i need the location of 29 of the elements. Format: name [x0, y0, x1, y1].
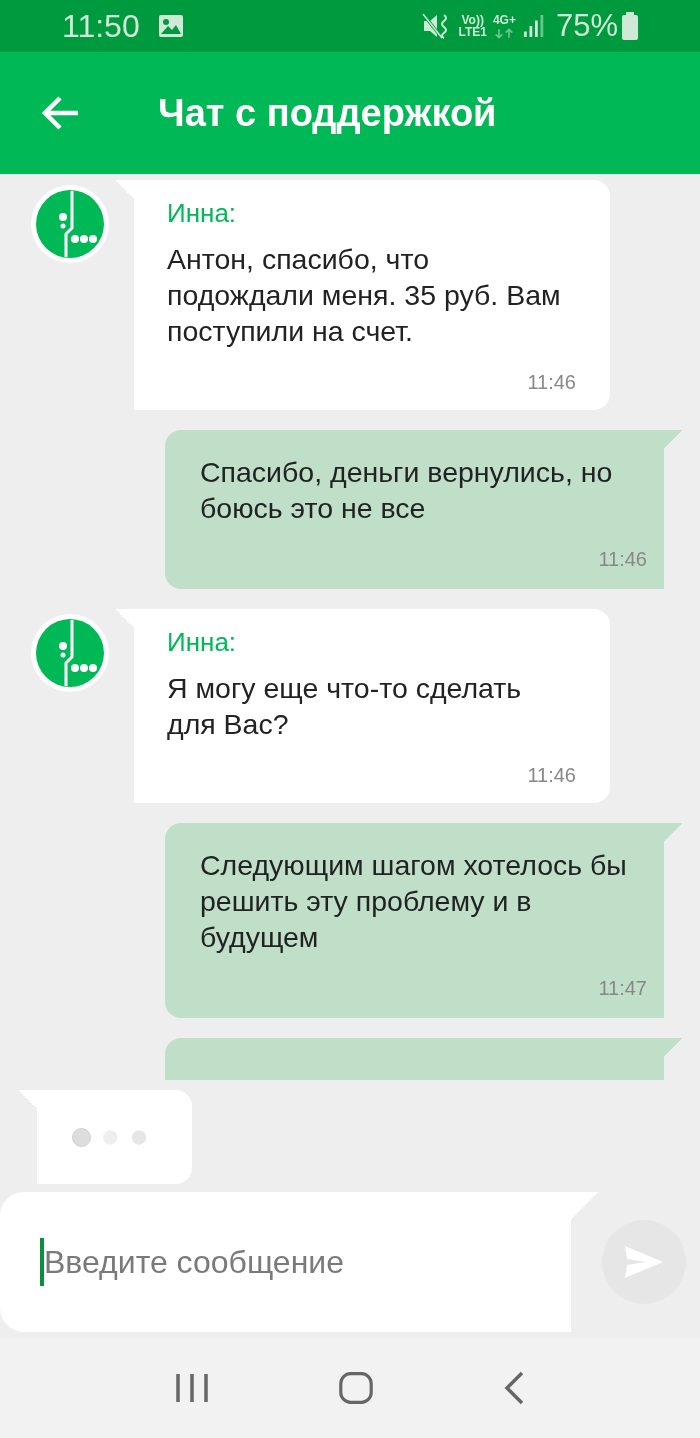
message-time: 11:46: [526, 371, 576, 394]
screen-title: Чат с поддержкой: [158, 91, 497, 135]
clock: 11:50: [62, 7, 140, 45]
message-text: Антон, спасибо, что подождали меня. 35 руб. Вам поступили на счет.: [167, 242, 562, 349]
message-time: 11:47: [597, 977, 647, 1000]
message-text: Я могу еще что-то сделать для Вас?: [167, 671, 523, 742]
network-label: 4G+: [492, 13, 516, 26]
battery-icon: [622, 12, 638, 40]
sender-name: Инна:: [167, 627, 238, 658]
avatar-icon: [30, 613, 110, 693]
battery-level: 75%: [555, 8, 618, 44]
volte-label: Vo)): [461, 14, 484, 26]
data-arrows-icon: [494, 27, 515, 39]
lte-label: LTE1: [458, 26, 487, 38]
message-text: Спасибо, деньги вернулись, но боюсь это не все: [200, 455, 614, 526]
message-time: 11:46: [526, 764, 576, 787]
message-input-field[interactable]: Введите сообщение: [44, 1243, 544, 1281]
back-button[interactable]: [40, 95, 80, 131]
back-icon[interactable]: [503, 1371, 525, 1405]
image-icon: [157, 14, 184, 38]
message-text: Следующим шагом хотелось бы решить эту проблему и в будущем: [200, 848, 628, 955]
text-cursor: [40, 1238, 44, 1286]
avatar-icon: [30, 184, 110, 264]
home-icon[interactable]: [339, 1371, 373, 1405]
sender-name: Инна:: [167, 198, 238, 229]
send-icon: [624, 1244, 664, 1280]
signal-icon: [523, 14, 546, 38]
recent-apps-icon[interactable]: [175, 1371, 209, 1405]
message-time: 11:46: [597, 548, 647, 571]
